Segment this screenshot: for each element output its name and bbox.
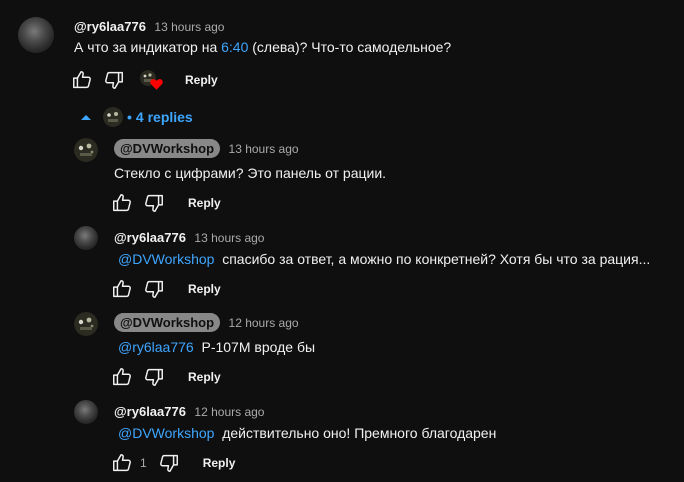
reply-time[interactable]: 12 hours ago (194, 405, 264, 419)
creator-heart (140, 68, 166, 92)
comment-text: А что за индикатор на 6:40 (слева)? Что-… (74, 39, 451, 55)
reply-text-body: Р-107М вроде бы (201, 339, 316, 355)
like-button[interactable] (70, 68, 94, 92)
thumbs-down-icon (145, 194, 163, 212)
replies-dot: • (127, 109, 132, 125)
replies-toggle[interactable]: • 4 replies (79, 107, 193, 127)
thumbs-up-icon (113, 194, 131, 212)
like-count: 1 (140, 456, 147, 470)
reply-actions: 1 Reply (110, 451, 235, 475)
comment-actions: Reply (70, 68, 218, 92)
dislike-button[interactable] (157, 451, 181, 475)
mention-link[interactable]: @DVWorkshop (118, 425, 214, 441)
reply-button[interactable]: Reply (185, 73, 218, 87)
reply-avatar[interactable] (74, 312, 98, 336)
reply-text: @DVWorkshop действительно оно! Премного … (118, 425, 496, 441)
reply-actions: Reply (110, 277, 221, 301)
reply-header: @ry6laa776 13 hours ago (114, 229, 264, 247)
dislike-button[interactable] (142, 365, 166, 389)
like-button[interactable] (110, 191, 134, 215)
reply-header: @DVWorkshop 13 hours ago (114, 139, 299, 158)
thumbs-up-icon (113, 280, 131, 298)
reply-text-body: действительно оно! Премного благодарен (222, 425, 497, 441)
thumbs-up-icon (113, 368, 131, 386)
replies-avatar (103, 107, 123, 127)
thumbs-down-icon (105, 71, 123, 89)
like-button[interactable] (110, 451, 134, 475)
reply-text: @DVWorkshop спасибо за ответ, а можно по… (118, 251, 650, 267)
creator-author-badge[interactable]: @DVWorkshop (114, 139, 221, 158)
reply-text: Стекло с цифрами? Это панель от рации. (114, 165, 387, 181)
reply-avatar[interactable] (74, 138, 98, 162)
thumbs-down-icon (145, 368, 163, 386)
replies-count[interactable]: 4 replies (136, 109, 193, 125)
reply-header: @ry6laa776 12 hours ago (114, 403, 264, 421)
reply-text: @ry6laa776 Р-107М вроде бы (118, 339, 315, 355)
commenter-avatar[interactable] (18, 17, 54, 53)
heart-icon (150, 79, 163, 90)
reply-avatar[interactable] (74, 400, 98, 424)
reply-button[interactable]: Reply (203, 456, 236, 470)
thumbs-down-icon (159, 454, 178, 472)
reply-time[interactable]: 13 hours ago (194, 231, 264, 245)
reply-button[interactable]: Reply (188, 370, 221, 384)
reply-button[interactable]: Reply (188, 282, 221, 296)
dislike-button[interactable] (102, 68, 126, 92)
like-button[interactable] (110, 277, 134, 301)
thumbs-up-icon (113, 454, 131, 472)
mention-link[interactable]: @DVWorkshop (118, 251, 214, 267)
thumbs-down-icon (145, 280, 163, 298)
thumbs-up-icon (73, 71, 91, 89)
reply-author[interactable]: @ry6laa776 (114, 404, 186, 419)
reply-time[interactable]: 13 hours ago (229, 142, 299, 156)
reply-avatar[interactable] (74, 226, 98, 250)
comment-text-part: (слева)? Что-то самодельное? (248, 39, 452, 55)
comment-text-part: А что за индикатор на (74, 39, 222, 55)
dislike-button[interactable] (142, 191, 166, 215)
mention-link[interactable]: @ry6laa776 (118, 339, 194, 355)
reply-header: @DVWorkshop 12 hours ago (114, 313, 299, 332)
reply-button[interactable]: Reply (188, 196, 221, 210)
comment-time[interactable]: 13 hours ago (154, 20, 224, 34)
reply-actions: Reply (110, 191, 221, 215)
caret-up-icon (81, 115, 91, 120)
timestamp-link[interactable]: 6:40 (221, 39, 248, 55)
reply-text-body: спасибо за ответ, а можно по конкретней?… (222, 251, 651, 267)
comment-author[interactable]: @ry6laa776 (74, 19, 146, 34)
reply-time[interactable]: 12 hours ago (229, 316, 299, 330)
creator-author-badge[interactable]: @DVWorkshop (114, 313, 221, 332)
reply-author[interactable]: @ry6laa776 (114, 230, 186, 245)
comment-header: @ry6laa776 13 hours ago (74, 18, 224, 36)
reply-actions: Reply (110, 365, 221, 389)
like-button[interactable] (110, 365, 134, 389)
dislike-button[interactable] (142, 277, 166, 301)
